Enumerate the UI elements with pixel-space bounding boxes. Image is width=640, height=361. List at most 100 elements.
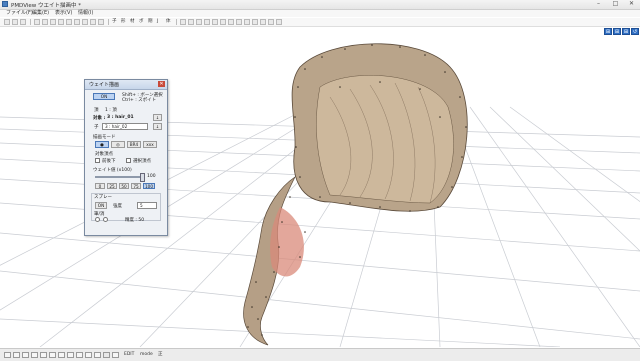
panel-close-icon[interactable]: ✕ bbox=[158, 81, 165, 87]
mode-soft-button[interactable]: ◎ bbox=[111, 141, 125, 148]
save-icon[interactable] bbox=[20, 19, 26, 25]
find-icon[interactable] bbox=[82, 19, 88, 25]
view-reset-icon[interactable]: ↺ bbox=[631, 28, 639, 35]
status-bar: EDIT mode 正 bbox=[0, 348, 640, 361]
toolbar-separator bbox=[30, 19, 31, 25]
title-bar: PMDView ウエイト描画中 * – □ ✕ bbox=[0, 0, 640, 10]
spray-on-button[interactable]: ON bbox=[95, 202, 107, 209]
weight-slider-track[interactable] bbox=[95, 176, 143, 178]
toolbar: 子 形 材 ボ 剛 J 体 bbox=[0, 18, 640, 27]
status-grid-icon[interactable] bbox=[13, 352, 20, 358]
target-value: 3 : hair_01 bbox=[107, 115, 134, 120]
tool-material[interactable]: 材 bbox=[130, 19, 135, 25]
weight-label: ウェイト値 (x100) bbox=[93, 168, 132, 173]
status-axis-icon[interactable] bbox=[22, 352, 29, 358]
tool-shape[interactable]: 形 bbox=[121, 19, 126, 25]
shadow-icon[interactable] bbox=[244, 19, 250, 25]
edge-icon[interactable] bbox=[236, 19, 242, 25]
tool-rigid[interactable]: 剛 bbox=[148, 19, 153, 25]
menu-edit[interactable]: 編集(E) bbox=[32, 10, 49, 17]
vertex-label: 頂 bbox=[94, 108, 99, 113]
delete-icon[interactable] bbox=[74, 19, 80, 25]
light-icon[interactable] bbox=[220, 19, 226, 25]
toolbar-separator bbox=[176, 19, 177, 25]
sphere-icon[interactable] bbox=[260, 19, 266, 25]
status-edge-icon[interactable] bbox=[67, 352, 74, 358]
hair-model bbox=[243, 43, 468, 346]
display-icon[interactable] bbox=[180, 19, 186, 25]
paste-icon[interactable] bbox=[66, 19, 72, 25]
preset-0-button[interactable]: 0 bbox=[95, 183, 105, 189]
status-morph-icon[interactable] bbox=[76, 352, 83, 358]
vertex-icon[interactable] bbox=[196, 19, 202, 25]
spray-label: スプレー bbox=[94, 195, 112, 200]
preset-75-button[interactable]: 75 bbox=[131, 183, 141, 189]
erase-radio[interactable] bbox=[103, 217, 108, 222]
wireframe-icon[interactable] bbox=[188, 19, 194, 25]
texture-icon[interactable] bbox=[252, 19, 258, 25]
close-button[interactable]: ✕ bbox=[623, 0, 640, 8]
selected-verts-checkbox[interactable] bbox=[126, 158, 131, 163]
status-joint-icon[interactable] bbox=[112, 352, 119, 358]
status-edit-text: EDIT bbox=[124, 352, 135, 357]
status-texture-icon[interactable] bbox=[58, 352, 65, 358]
cut-icon[interactable] bbox=[50, 19, 56, 25]
status-light-icon[interactable] bbox=[31, 352, 38, 358]
axis-icon[interactable] bbox=[98, 19, 104, 25]
status-bone-icon[interactable] bbox=[85, 352, 92, 358]
status-view-icon[interactable] bbox=[4, 352, 11, 358]
new-icon[interactable] bbox=[4, 19, 10, 25]
camera-icon[interactable] bbox=[228, 19, 234, 25]
tool-body[interactable]: 体 bbox=[166, 19, 171, 25]
mode-xxx-button[interactable]: xxx bbox=[143, 141, 157, 148]
weight-slider-thumb[interactable] bbox=[140, 173, 145, 182]
maximize-button[interactable]: □ bbox=[607, 0, 624, 8]
copy-icon[interactable] bbox=[58, 19, 64, 25]
target-verts-label: 対象頂点 bbox=[95, 152, 113, 157]
toon-icon[interactable] bbox=[268, 19, 274, 25]
bone-pick-button[interactable]: ↓ bbox=[153, 123, 162, 130]
morph-icon[interactable] bbox=[276, 19, 282, 25]
paint-on-button[interactable]: ON bbox=[93, 93, 115, 100]
status-weight-icon[interactable] bbox=[94, 352, 101, 358]
density-select[interactable]: 5 bbox=[137, 202, 157, 209]
preset-50-button[interactable]: 50 bbox=[119, 183, 129, 189]
front-back-checkbox[interactable] bbox=[95, 158, 100, 163]
view-top-icon[interactable]: ⊞ bbox=[622, 28, 630, 35]
minimize-button[interactable]: – bbox=[590, 0, 607, 8]
status-shadow-icon[interactable] bbox=[49, 352, 56, 358]
mode-brush-button[interactable]: ● bbox=[95, 141, 109, 148]
bone-select[interactable]: 3 : hair_02 bbox=[102, 123, 148, 130]
menu-view[interactable]: 表示(V) bbox=[55, 10, 72, 17]
weight-value: 100 bbox=[147, 174, 156, 179]
redo-icon[interactable] bbox=[42, 19, 48, 25]
selected-verts-label: 選択頂点 bbox=[133, 159, 151, 164]
target-label: 対象 : bbox=[93, 116, 106, 121]
status-rigid-icon[interactable] bbox=[103, 352, 110, 358]
brush-radio[interactable] bbox=[95, 217, 100, 222]
window-title: PMDView ウエイト描画中 * bbox=[11, 3, 81, 9]
tool-bone[interactable]: ボ bbox=[139, 19, 144, 25]
grid-icon[interactable] bbox=[90, 19, 96, 25]
menu-info[interactable]: 情報(I) bbox=[78, 10, 93, 17]
preset-100-button[interactable]: 100 bbox=[143, 183, 155, 189]
status-mode-text: mode bbox=[140, 352, 153, 357]
shortcut-hint-2: Ctrl+ : スポイト bbox=[122, 98, 157, 103]
status-camera-icon[interactable] bbox=[40, 352, 47, 358]
panel-title: ウェイト描画 bbox=[89, 82, 120, 88]
menu-file[interactable]: ファイル(F) bbox=[6, 10, 33, 17]
undo-icon[interactable] bbox=[34, 19, 40, 25]
bone-display-icon[interactable] bbox=[204, 19, 210, 25]
open-icon[interactable] bbox=[12, 19, 18, 25]
brush-label: 筆/消 bbox=[94, 212, 105, 217]
view-side-icon[interactable]: ⊞ bbox=[613, 28, 621, 35]
view-front-icon[interactable]: ⊞ bbox=[604, 28, 612, 35]
weight-display-icon[interactable] bbox=[212, 19, 218, 25]
panel-title-bar[interactable]: ウェイト描画 ✕ bbox=[85, 80, 167, 90]
bone-prefix: 子 bbox=[94, 125, 99, 130]
mode-br4-button[interactable]: BR4 bbox=[127, 141, 141, 148]
preset-25-button[interactable]: 25 bbox=[107, 183, 117, 189]
tool-child[interactable]: 子 bbox=[112, 19, 117, 25]
target-pick-button[interactable]: ↓ bbox=[153, 114, 162, 121]
tool-joint[interactable]: J bbox=[157, 19, 158, 25]
